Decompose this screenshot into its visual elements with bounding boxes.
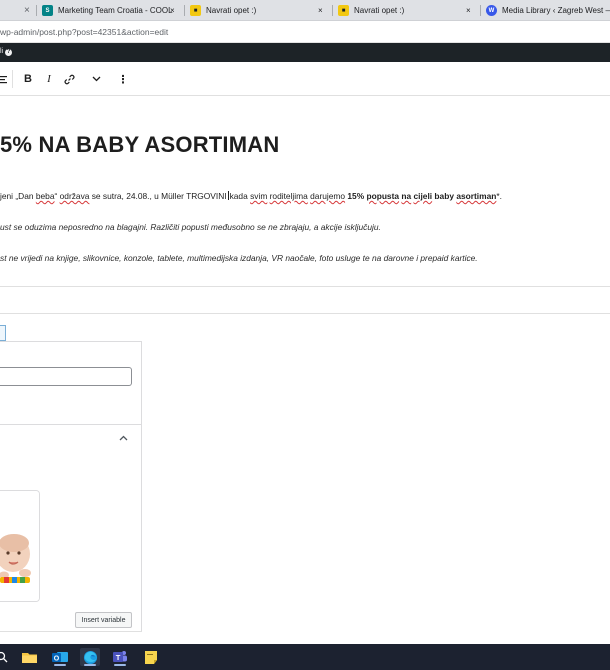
paragraph-1[interactable]: jeni „Dan beba“ održava se sutra, 24.08.… — [0, 191, 502, 201]
text-run: popusta — [366, 191, 400, 201]
text-run: cijeli — [413, 191, 433, 201]
text-run: darujemo — [310, 191, 346, 201]
active-indicator — [54, 664, 66, 666]
text-run: na — [401, 191, 412, 201]
svg-text:T: T — [116, 653, 121, 662]
tab-navrati-opet-1[interactable]: ■ Navrati opet :) — [190, 0, 320, 21]
bold-button[interactable]: B — [21, 71, 35, 87]
content-divider — [0, 313, 610, 314]
tab-title: Marketing Team Croatia - COOL — [58, 6, 173, 15]
toolbar-divider — [12, 70, 13, 88]
wp-admin-bar: li? — [0, 43, 610, 62]
offer-icon: ■ — [338, 5, 349, 16]
tab-divider — [184, 5, 185, 16]
text-run: jeni „ — [0, 191, 19, 201]
file-explorer-icon[interactable] — [19, 648, 39, 666]
address-bar[interactable]: wp-admin/post.php?post=42351&action=edit — [0, 21, 610, 43]
insert-variable-button[interactable]: Insert variable — [75, 612, 132, 628]
text-run: održava — [59, 191, 90, 201]
tab-media-library[interactable]: W Media Library ‹ Zagreb West — — [486, 0, 610, 21]
sharepoint-icon: S — [42, 5, 53, 16]
link-icon[interactable] — [62, 71, 76, 87]
tab-navrati-opet-2[interactable]: ■ Navrati opet :) — [338, 0, 468, 21]
outlook-icon[interactable]: O — [50, 648, 70, 666]
italic-button[interactable]: I — [42, 71, 56, 87]
panel-bottom-divider — [0, 631, 142, 632]
post-title[interactable]: 5% NA BABY ASORTIMAN — [0, 132, 279, 158]
tab-divider — [480, 5, 481, 16]
close-icon[interactable]: × — [466, 0, 471, 21]
active-indicator — [114, 664, 126, 666]
tab-title: Navrati opet :) — [206, 6, 257, 15]
tab-title: Navrati opet :) — [354, 6, 405, 15]
text-run: baby — [432, 191, 457, 201]
text-run: *. — [496, 191, 502, 201]
text-run: svim — [250, 191, 268, 201]
text-run: se sutra, 24.08., u Müller TRGOVINI — [89, 191, 227, 201]
close-icon[interactable]: × — [318, 0, 323, 21]
sticky-notes-icon[interactable] — [141, 648, 161, 666]
editor-toolbar: B I ⋮ — [0, 62, 610, 96]
text-run: 15% — [345, 191, 367, 201]
image-card[interactable] — [0, 490, 40, 602]
text-run: kada — [229, 191, 251, 201]
paragraph-2[interactable]: ust se oduzima neposredno na blagajni. R… — [0, 222, 381, 232]
panel-divider — [0, 424, 141, 425]
text-run: asortiman — [456, 191, 497, 201]
url-text[interactable]: wp-admin/post.php?post=42351&action=edit — [0, 27, 168, 37]
text-run: Dan — [18, 191, 36, 201]
taskbar: O T — [0, 644, 610, 670]
browser-tab-bar: × S Marketing Team Croatia - COOL × ■ Na… — [0, 0, 610, 21]
text-run: beba — [35, 191, 55, 201]
baby-image — [0, 491, 39, 601]
teams-icon[interactable]: T — [110, 648, 130, 666]
active-indicator — [84, 664, 96, 666]
meta-input[interactable] — [0, 367, 132, 386]
wordpress-icon: W — [486, 5, 497, 16]
tab-close-button[interactable]: × — [24, 0, 34, 21]
paragraph-3[interactable]: st ne vrijedi na knjige, slikovnice, kon… — [0, 253, 478, 263]
text-run: roditeljima — [269, 191, 308, 201]
tab-divider — [36, 5, 37, 16]
tab-divider — [332, 5, 333, 16]
more-options-icon[interactable]: ⋮ — [116, 71, 130, 87]
edge-icon[interactable] — [80, 648, 100, 666]
admin-bar-item[interactable]: li? — [0, 48, 13, 56]
content-divider — [0, 286, 610, 287]
search-icon[interactable] — [0, 648, 12, 666]
panel-tab[interactable] — [0, 325, 6, 341]
offer-icon: ■ — [190, 5, 201, 16]
align-icon[interactable] — [0, 71, 8, 87]
admin-bar-label: li — [0, 48, 4, 55]
text-cursor — [227, 191, 229, 200]
tab-title: Media Library ‹ Zagreb West — — [502, 6, 610, 15]
help-icon[interactable]: ? — [5, 49, 13, 56]
tab-marketing-team[interactable]: S Marketing Team Croatia - COOL — [42, 0, 182, 21]
close-icon[interactable]: × — [170, 0, 175, 21]
meta-panel: Insert variable — [0, 341, 142, 631]
svg-text:O: O — [54, 656, 60, 663]
chevron-up-icon[interactable] — [119, 433, 128, 444]
chevron-down-icon[interactable] — [89, 71, 103, 87]
